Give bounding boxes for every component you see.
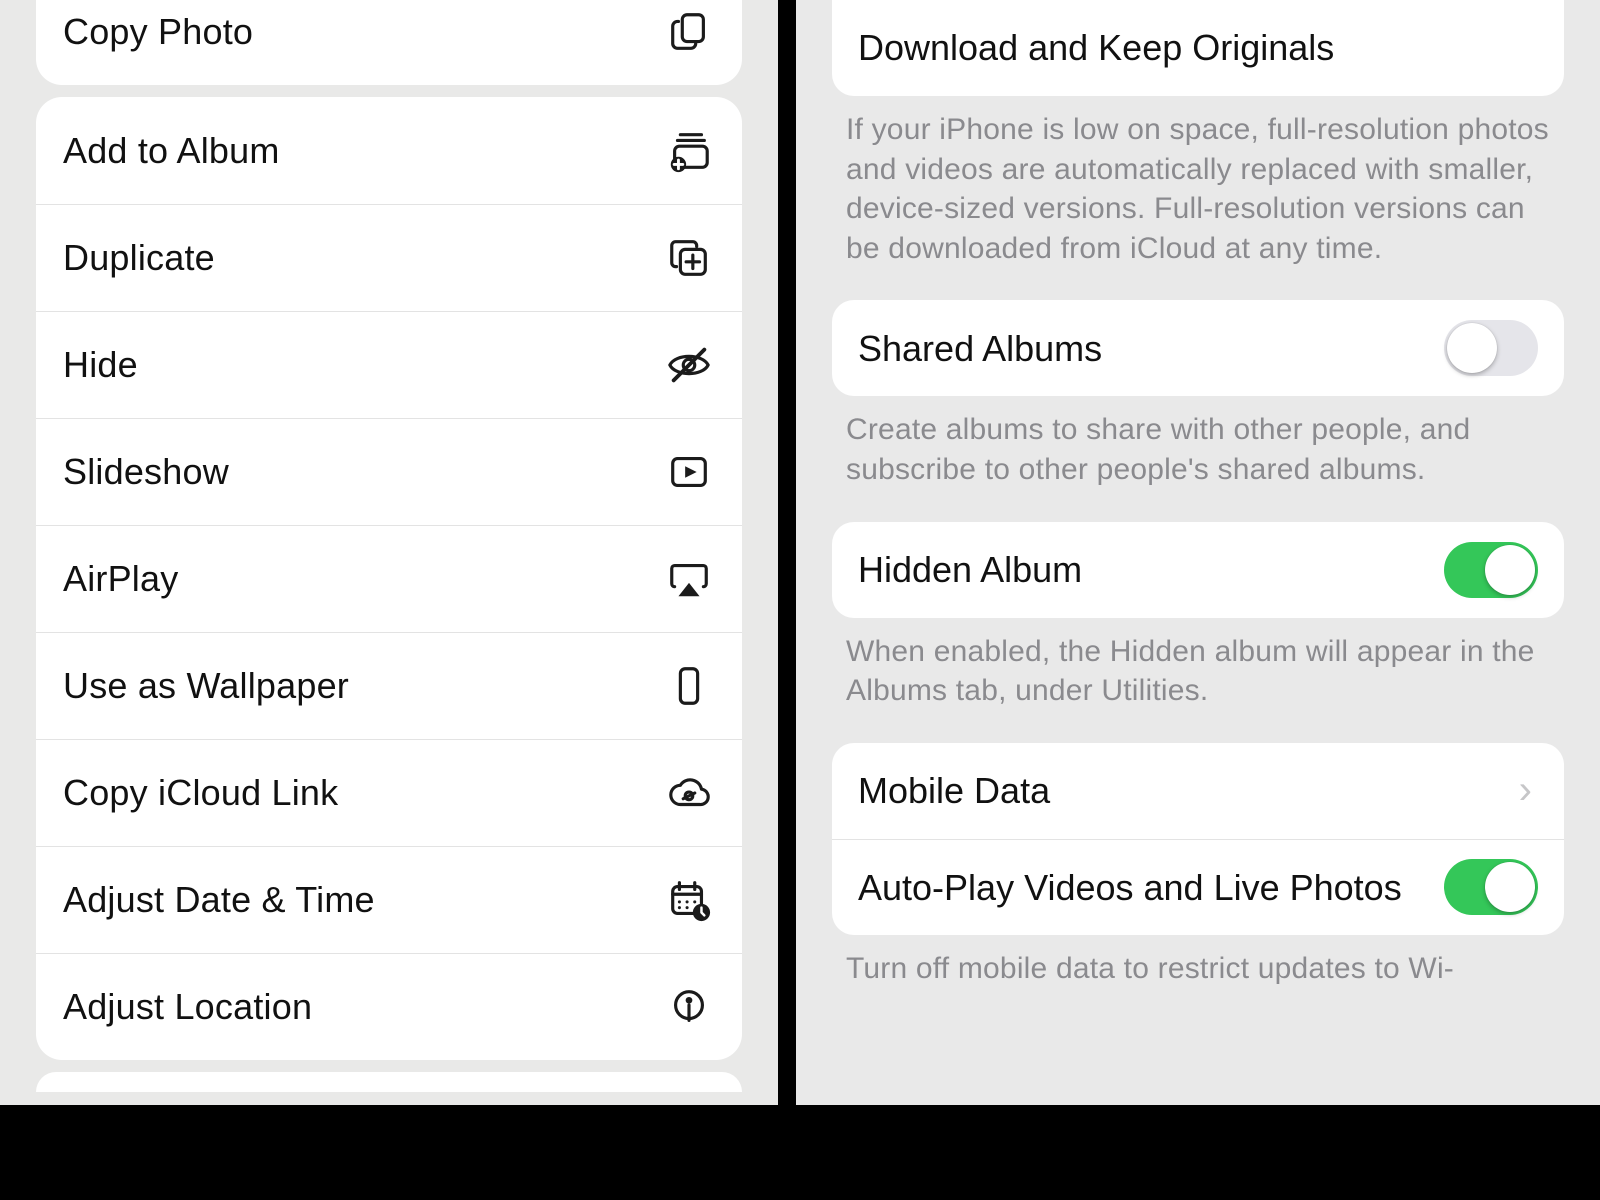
action-label: Slideshow xyxy=(63,451,666,493)
play-rect-icon xyxy=(666,449,712,495)
photo-action-sheet: Copy Photo Add to Album xyxy=(0,0,778,1105)
action-airplay[interactable]: AirPlay xyxy=(36,525,742,632)
panel-divider xyxy=(778,0,796,1105)
copy-stack-icon xyxy=(666,9,712,55)
action-adjust-date-time[interactable]: Adjust Date & Time xyxy=(36,846,742,953)
calendar-clock-icon xyxy=(666,877,712,923)
row-label: Download and Keep Originals xyxy=(858,26,1538,69)
action-label: Use as Wallpaper xyxy=(63,665,666,707)
hidden-album-group: Hidden Album xyxy=(832,522,1564,618)
phone-rect-icon xyxy=(666,663,712,709)
airplay-icon xyxy=(666,556,712,602)
row-label: Mobile Data xyxy=(858,769,1519,812)
action-label: AirPlay xyxy=(63,558,666,600)
photos-settings: Download and Keep Originals If your iPho… xyxy=(796,0,1600,1105)
action-label: Add to Album xyxy=(63,130,666,172)
hidden-album-toggle[interactable] xyxy=(1444,542,1538,598)
action-label: Hide xyxy=(63,344,666,386)
hidden-album-row[interactable]: Hidden Album xyxy=(832,522,1564,618)
action-duplicate[interactable]: Duplicate xyxy=(36,204,742,311)
download-footer: If your iPhone is low on space, full-res… xyxy=(846,110,1550,268)
shared-albums-row[interactable]: Shared Albums xyxy=(832,300,1564,396)
action-hide[interactable]: Hide xyxy=(36,311,742,418)
hidden-album-footer: When enabled, the Hidden album will appe… xyxy=(846,632,1550,711)
add-to-album-icon xyxy=(666,128,712,174)
chevron-right-icon: › xyxy=(1519,768,1538,813)
mobile-data-row[interactable]: Mobile Data › xyxy=(832,743,1564,839)
action-use-as-wallpaper[interactable]: Use as Wallpaper xyxy=(36,632,742,739)
cloud-link-icon xyxy=(666,770,712,816)
row-label: Shared Albums xyxy=(858,327,1444,370)
action-label: Duplicate xyxy=(63,237,666,279)
action-group-1: Copy Photo xyxy=(36,0,742,85)
action-slideshow[interactable]: Slideshow xyxy=(36,418,742,525)
action-label: Adjust Date & Time xyxy=(63,879,666,921)
shared-albums-toggle[interactable] xyxy=(1444,320,1538,376)
action-add-to-album[interactable]: Add to Album xyxy=(36,97,742,204)
playback-group: Mobile Data › Auto-Play Videos and Live … xyxy=(832,743,1564,935)
action-adjust-location[interactable]: Adjust Location xyxy=(36,953,742,1060)
location-pin-icon xyxy=(666,984,712,1030)
action-group-2: Add to Album Duplicate xyxy=(36,97,742,1060)
action-copy-photo[interactable]: Copy Photo xyxy=(36,0,742,85)
action-copy-icloud-link[interactable]: Copy iCloud Link xyxy=(36,739,742,846)
row-label: Hidden Album xyxy=(858,548,1444,591)
autoplay-toggle[interactable] xyxy=(1444,859,1538,915)
duplicate-icon xyxy=(666,235,712,281)
action-label: Adjust Location xyxy=(63,986,666,1028)
download-group: Download and Keep Originals xyxy=(832,0,1564,96)
shared-albums-group: Shared Albums xyxy=(832,300,1564,396)
download-originals-row[interactable]: Download and Keep Originals xyxy=(832,0,1564,96)
eye-slash-icon xyxy=(666,342,712,388)
action-group-3-peek xyxy=(36,1072,742,1092)
action-label: Copy Photo xyxy=(63,11,666,53)
action-label: Copy iCloud Link xyxy=(63,772,666,814)
shared-albums-footer: Create albums to share with other people… xyxy=(846,410,1550,489)
row-label: Auto-Play Videos and Live Photos xyxy=(858,866,1444,909)
bottom-footer: Turn off mobile data to restrict updates… xyxy=(846,949,1550,989)
autoplay-row[interactable]: Auto-Play Videos and Live Photos xyxy=(832,839,1564,935)
